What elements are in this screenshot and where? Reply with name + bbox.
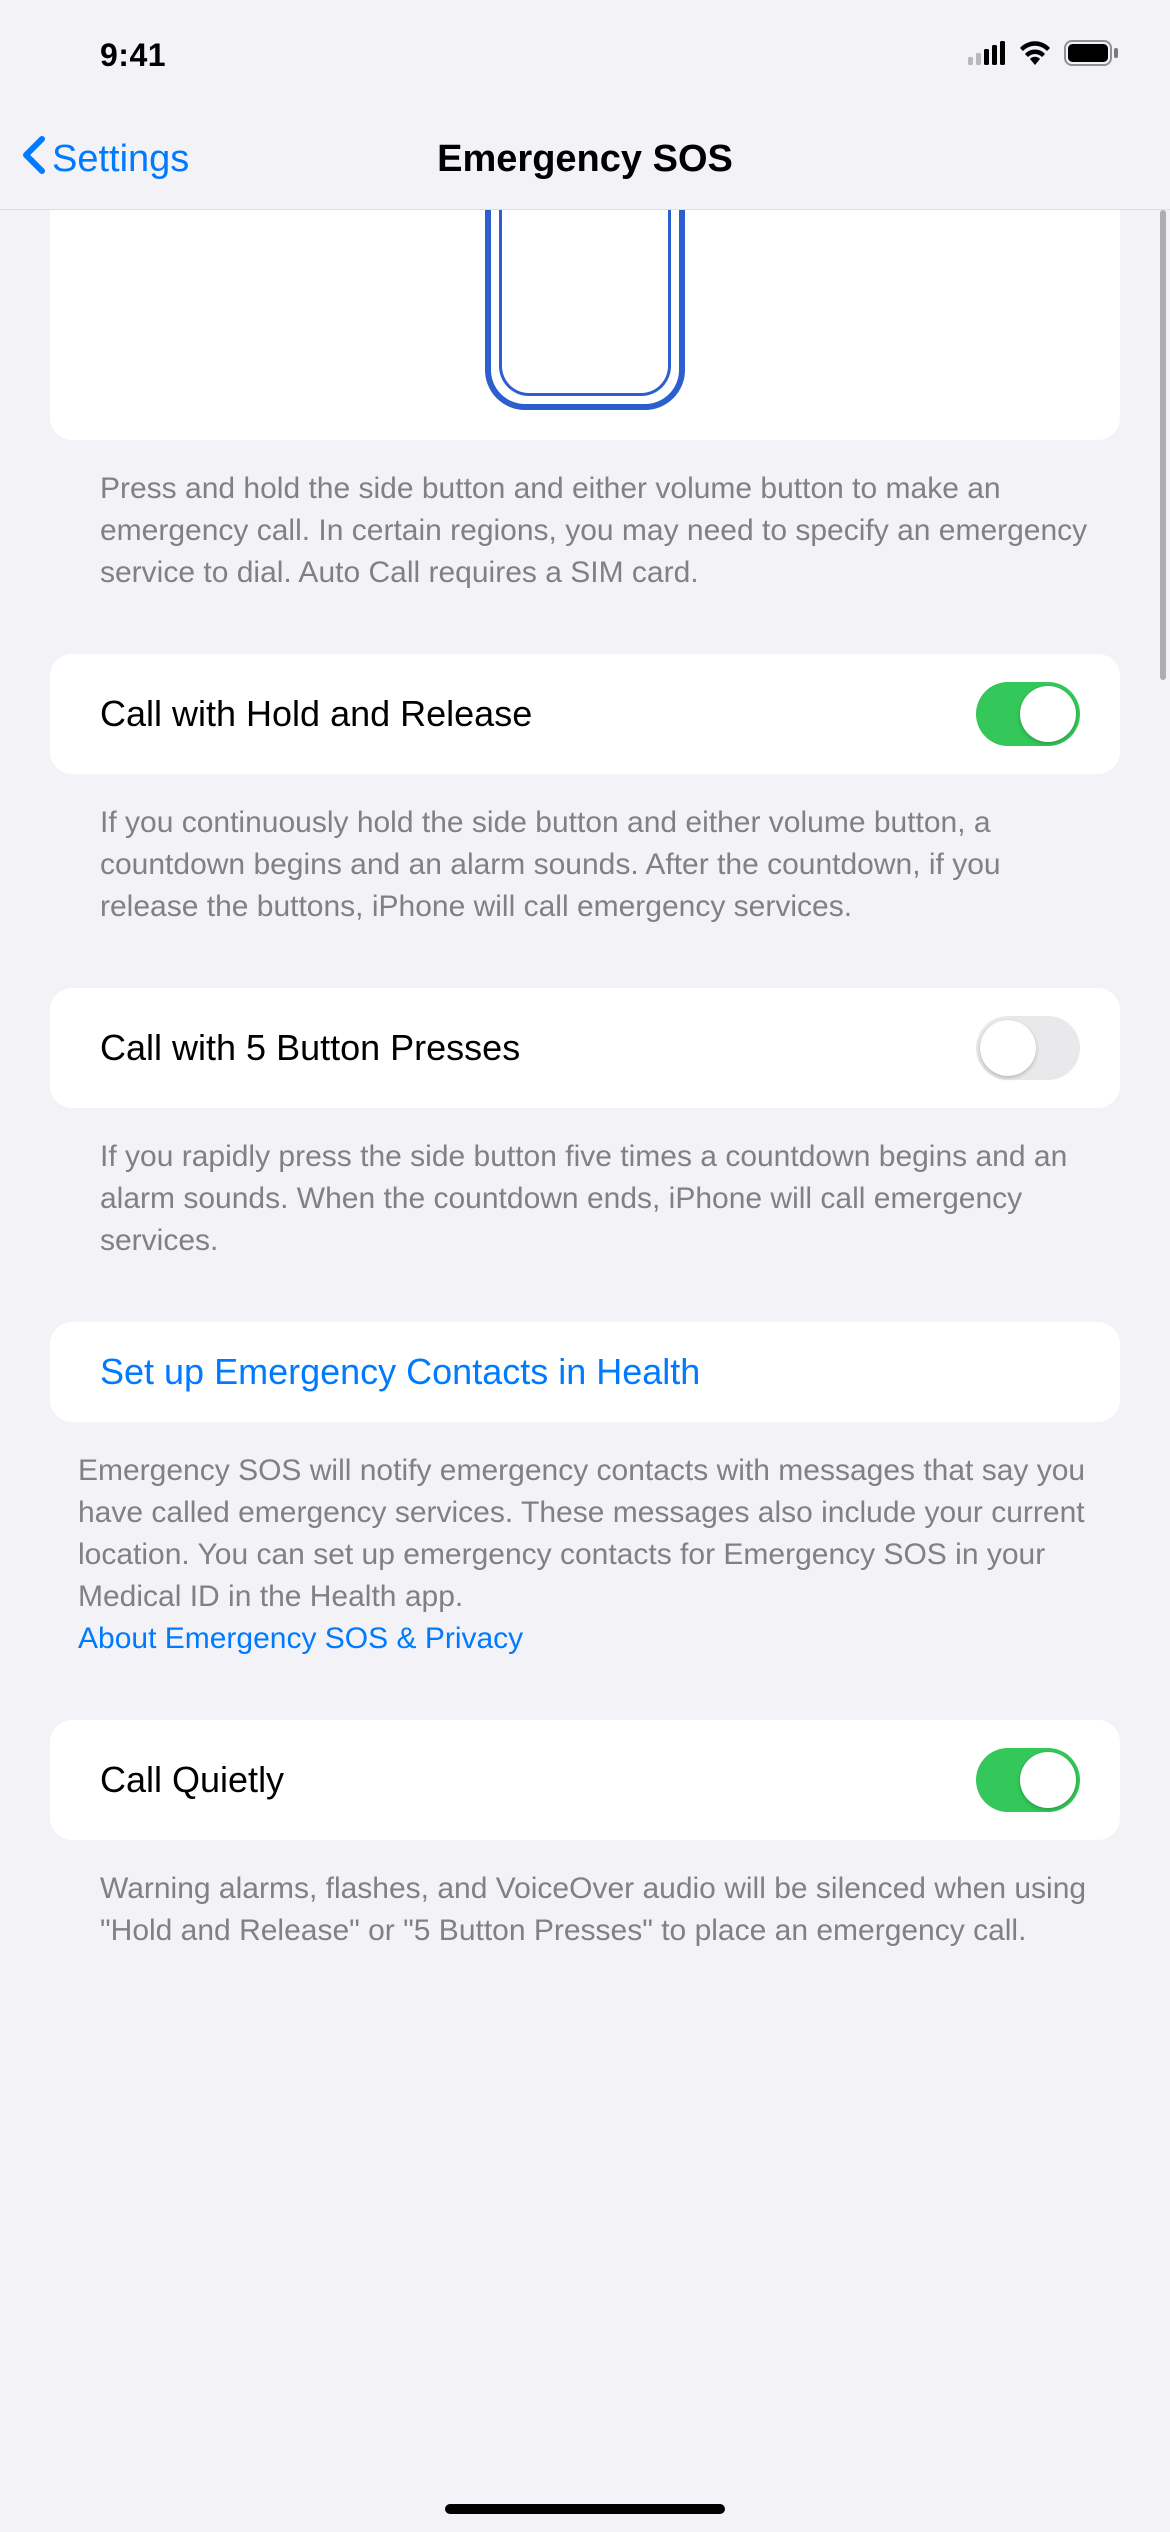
call-quietly-label: Call Quietly	[100, 1759, 284, 1801]
nav-bar: Settings Emergency SOS	[0, 110, 1170, 210]
content: Press and hold the side button and eithe…	[0, 210, 1170, 2012]
cellular-icon	[968, 41, 1006, 70]
call-five-presses-footer: If you rapidly press the side button fiv…	[0, 1108, 1170, 1262]
call-hold-release-cell[interactable]: Call with Hold and Release	[50, 654, 1120, 774]
emergency-contacts-footer: Emergency SOS will notify emergency cont…	[0, 1422, 1170, 1660]
emergency-contacts-footer-text: Emergency SOS will notify emergency cont…	[78, 1454, 1085, 1613]
setup-emergency-contacts-label: Set up Emergency Contacts in Health	[100, 1351, 700, 1393]
chevron-left-icon	[20, 135, 46, 185]
call-quietly-footer: Warning alarms, flashes, and VoiceOver a…	[0, 1840, 1170, 1952]
hero-footer: Press and hold the side button and eithe…	[0, 440, 1170, 594]
about-sos-privacy-link[interactable]: About Emergency SOS & Privacy	[78, 1622, 523, 1655]
wifi-icon	[1018, 41, 1052, 70]
status-bar: 9:41	[0, 0, 1170, 110]
call-five-presses-cell[interactable]: Call with 5 Button Presses	[50, 988, 1120, 1108]
battery-icon	[1064, 40, 1120, 71]
phone-outline-icon	[485, 210, 685, 410]
scroll-indicator[interactable]	[1160, 210, 1166, 680]
hero-illustration-card	[50, 210, 1120, 440]
call-five-presses-toggle[interactable]	[976, 1016, 1080, 1080]
status-icons	[968, 40, 1120, 71]
home-indicator[interactable]	[445, 2504, 725, 2514]
call-quietly-cell[interactable]: Call Quietly	[50, 1720, 1120, 1840]
status-time: 9:41	[100, 37, 166, 74]
call-five-presses-label: Call with 5 Button Presses	[100, 1027, 520, 1069]
call-quietly-toggle[interactable]	[976, 1748, 1080, 1812]
call-hold-release-label: Call with Hold and Release	[100, 693, 532, 735]
page-title: Emergency SOS	[437, 138, 733, 181]
setup-emergency-contacts-cell[interactable]: Set up Emergency Contacts in Health	[50, 1322, 1120, 1422]
call-hold-release-toggle[interactable]	[976, 682, 1080, 746]
back-label: Settings	[52, 138, 189, 181]
back-button[interactable]: Settings	[0, 135, 189, 185]
call-hold-release-footer: If you continuously hold the side button…	[0, 774, 1170, 928]
